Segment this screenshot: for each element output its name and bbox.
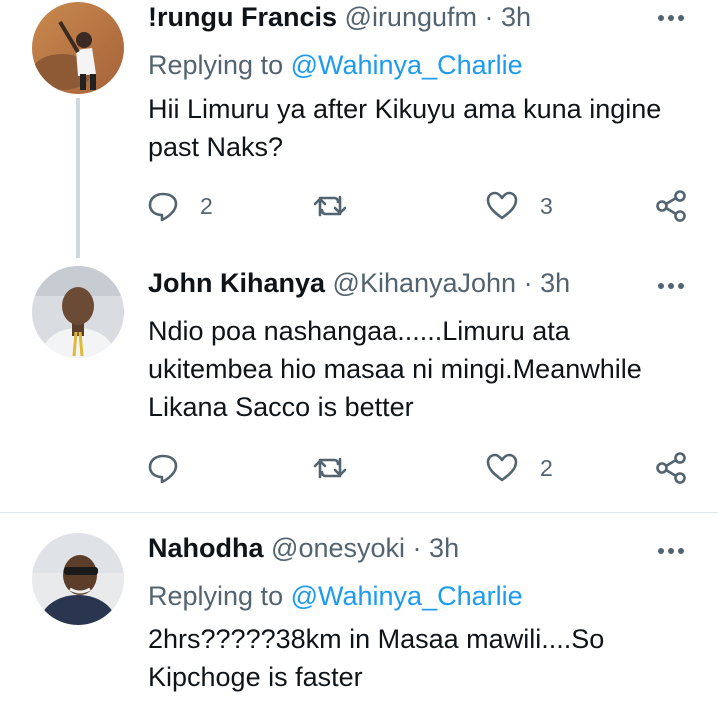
retweet-icon <box>313 457 347 479</box>
like-count: 2 <box>540 454 553 481</box>
reply-icon <box>148 192 178 222</box>
avatar[interactable] <box>32 2 124 94</box>
display-name[interactable]: !rungu Francis <box>148 2 337 32</box>
timestamp[interactable]: 3h <box>429 533 459 563</box>
retweet-button[interactable] <box>312 188 368 224</box>
tweet-text-line: Ndio poa nashangaa......Limuru ata <box>148 316 570 346</box>
replying-to-mention[interactable]: @Wahinya_Charlie <box>291 581 523 611</box>
tweet-text-line: past Naks? <box>148 132 284 162</box>
timestamp[interactable]: 3h <box>501 2 531 32</box>
like-count: 3 <box>540 192 553 219</box>
separator-dot: · <box>523 268 533 298</box>
tweet-text-line: 2hrs?????38km in Masaa mawili....So <box>148 624 605 654</box>
tweet-text-line: Kipchoge is faster <box>148 662 363 692</box>
avatar[interactable] <box>32 533 124 625</box>
more-icon <box>658 548 684 554</box>
reply-icon <box>148 454 178 484</box>
reply-count: 2 <box>200 192 213 219</box>
display-name[interactable]: Nahodha <box>148 533 264 563</box>
replying-to: Replying to @Wahinya_Charlie <box>148 581 523 612</box>
replying-to: Replying to @Wahinya_Charlie <box>148 50 523 81</box>
username[interactable]: @irungufm <box>345 2 477 32</box>
display-name[interactable]: John Kihanya <box>148 268 325 298</box>
more-options-button[interactable] <box>654 2 688 32</box>
like-icon <box>486 191 518 220</box>
tweet-header: Nahodha @onesyoki · 3h <box>148 533 698 573</box>
timestamp[interactable]: 3h <box>540 268 570 298</box>
reply-button[interactable]: 2 <box>146 188 213 224</box>
tweet-2[interactable]: John Kihanya @KihanyaJohn · 3h Ndio poa … <box>0 262 718 508</box>
username[interactable]: @KihanyaJohn <box>333 268 517 298</box>
tweet-text-line: ukitembea hio masaa ni mingi.Meanwhile <box>148 354 642 384</box>
share-button[interactable] <box>654 450 688 486</box>
more-icon <box>658 15 684 21</box>
separator-dot: · <box>412 533 422 563</box>
tweet-1[interactable]: !rungu Francis @irungufm · 3h Replying t… <box>0 0 718 262</box>
tweet-text: Hii Limuru ya after Kikuyu ama kuna ingi… <box>148 90 693 166</box>
more-icon <box>658 283 684 289</box>
share-icon <box>656 190 686 222</box>
tweet-text-line: Hii Limuru ya after Kikuyu ama kuna ingi… <box>148 94 662 124</box>
reply-button[interactable] <box>146 450 200 486</box>
like-icon <box>486 453 518 482</box>
retweet-icon <box>313 195 347 217</box>
share-icon <box>656 452 686 484</box>
like-button[interactable]: 3 <box>484 188 553 224</box>
tweet-actions: 2 3 <box>146 188 691 228</box>
avatar[interactable] <box>32 266 124 358</box>
tweet-header: !rungu Francis @irungufm · 3h <box>148 2 698 42</box>
retweet-button[interactable] <box>312 450 368 486</box>
tweet-text: 2hrs?????38km in Masaa mawili....So Kipc… <box>148 620 693 696</box>
tweet-actions: 2 <box>146 450 691 490</box>
more-options-button[interactable] <box>654 535 688 565</box>
replying-to-mention[interactable]: @Wahinya_Charlie <box>291 50 523 80</box>
replying-to-label: Replying to <box>148 50 284 80</box>
more-options-button[interactable] <box>654 270 688 300</box>
tweet-text: Ndio poa nashangaa......Limuru ata ukite… <box>148 312 693 426</box>
thread-line <box>76 98 80 258</box>
tweet-3[interactable]: Nahodha @onesyoki · 3h Replying to @Wahi… <box>0 513 718 702</box>
tweet-text-line: Likana Sacco is better <box>148 392 414 422</box>
separator-dot: · <box>484 2 494 32</box>
tweet-header: John Kihanya @KihanyaJohn · 3h <box>148 268 698 308</box>
username[interactable]: @onesyoki <box>271 533 405 563</box>
like-button[interactable]: 2 <box>484 450 553 486</box>
replying-to-label: Replying to <box>148 581 284 611</box>
share-button[interactable] <box>654 188 688 224</box>
